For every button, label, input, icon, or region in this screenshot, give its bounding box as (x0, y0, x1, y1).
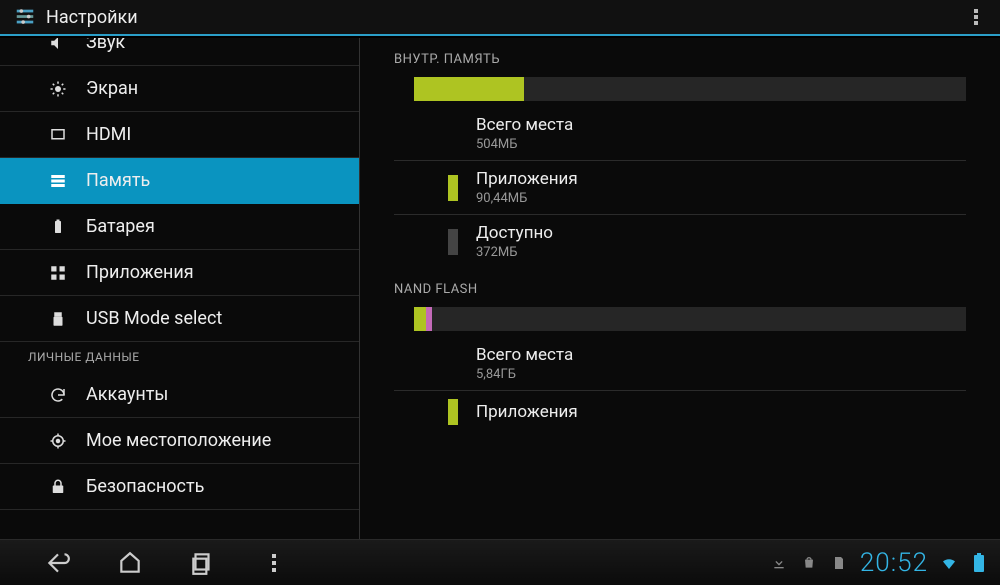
row-label: Приложения (476, 402, 578, 422)
sidebar-item-accounts[interactable]: Аккаунты (0, 372, 359, 418)
internal-usage-bar[interactable] (414, 77, 966, 101)
apps-icon (48, 263, 68, 283)
empty-swatch (448, 351, 458, 377)
sd-icon (830, 554, 848, 572)
sidebar-item-usb[interactable]: USB Mode select (0, 296, 359, 342)
battery-status-icon (970, 554, 988, 572)
row-label: Доступно (476, 223, 553, 243)
menu-button[interactable] (260, 549, 288, 577)
overflow-menu-button[interactable] (966, 7, 986, 27)
back-button[interactable] (44, 549, 72, 577)
nand-apps-row[interactable]: Приложения (394, 390, 966, 433)
row-value: 372МБ (476, 245, 553, 260)
row-label: Всего места (476, 345, 573, 365)
sidebar: Звук Экран HDMI Память Батарея Приложени… (0, 38, 360, 539)
section-internal-title: ВНУТР. ПАМЯТЬ (360, 38, 1000, 77)
download-icon (770, 554, 788, 572)
settings-icon (14, 6, 36, 28)
wifi-icon (940, 554, 958, 572)
recents-button[interactable] (188, 549, 216, 577)
storage-detail: ВНУТР. ПАМЯТЬ Всего места 504МБ Приложен… (360, 38, 1000, 539)
apps-swatch (448, 175, 458, 201)
system-navbar: 20:52 (0, 539, 1000, 585)
sidebar-item-sound[interactable]: Звук (0, 38, 359, 66)
volume-icon (48, 38, 68, 53)
brightness-icon (48, 79, 68, 99)
internal-avail-row[interactable]: Доступно 372МБ (394, 214, 966, 268)
lock-icon (48, 477, 68, 497)
internal-total-row[interactable]: Всего места 504МБ (394, 107, 966, 160)
home-button[interactable] (116, 549, 144, 577)
usb-icon (48, 309, 68, 329)
section-nand-title: NAND FLASH (360, 268, 1000, 307)
sidebar-item-hdmi[interactable]: HDMI (0, 112, 359, 158)
row-label: Всего места (476, 115, 573, 135)
nand-usage-bar[interactable] (414, 307, 966, 331)
nand-usage-seg1 (414, 307, 426, 331)
row-value: 5,84ГБ (476, 367, 573, 382)
storage-icon (48, 171, 68, 191)
internal-apps-row[interactable]: Приложения 90,44МБ (394, 160, 966, 214)
status-area[interactable]: 20:52 (770, 548, 1000, 578)
sidebar-item-battery[interactable]: Батарея (0, 204, 359, 250)
nand-usage-seg2 (426, 307, 432, 331)
row-value: 90,44МБ (476, 191, 578, 206)
sidebar-item-apps[interactable]: Приложения (0, 250, 359, 296)
clock: 20:52 (860, 548, 928, 578)
app-header: Настройки (0, 0, 1000, 36)
store-icon (800, 554, 818, 572)
sidebar-item-security[interactable]: Безопасность (0, 464, 359, 510)
empty-swatch (448, 121, 458, 147)
page-title: Настройки (46, 7, 138, 28)
row-label: Приложения (476, 169, 578, 189)
hdmi-icon (48, 125, 68, 145)
avail-swatch (448, 229, 458, 255)
sync-icon (48, 385, 68, 405)
nand-total-row[interactable]: Всего места 5,84ГБ (394, 337, 966, 390)
sidebar-item-display[interactable]: Экран (0, 66, 359, 112)
sidebar-item-storage[interactable]: Память (0, 158, 359, 204)
location-icon (48, 431, 68, 451)
apps-swatch (448, 399, 458, 425)
sidebar-item-location[interactable]: Мое местоположение (0, 418, 359, 464)
internal-usage-seg-apps (414, 77, 524, 101)
battery-icon (48, 217, 68, 237)
sidebar-section-personal: ЛИЧНЫЕ ДАННЫЕ (0, 342, 359, 372)
row-value: 504МБ (476, 137, 573, 152)
